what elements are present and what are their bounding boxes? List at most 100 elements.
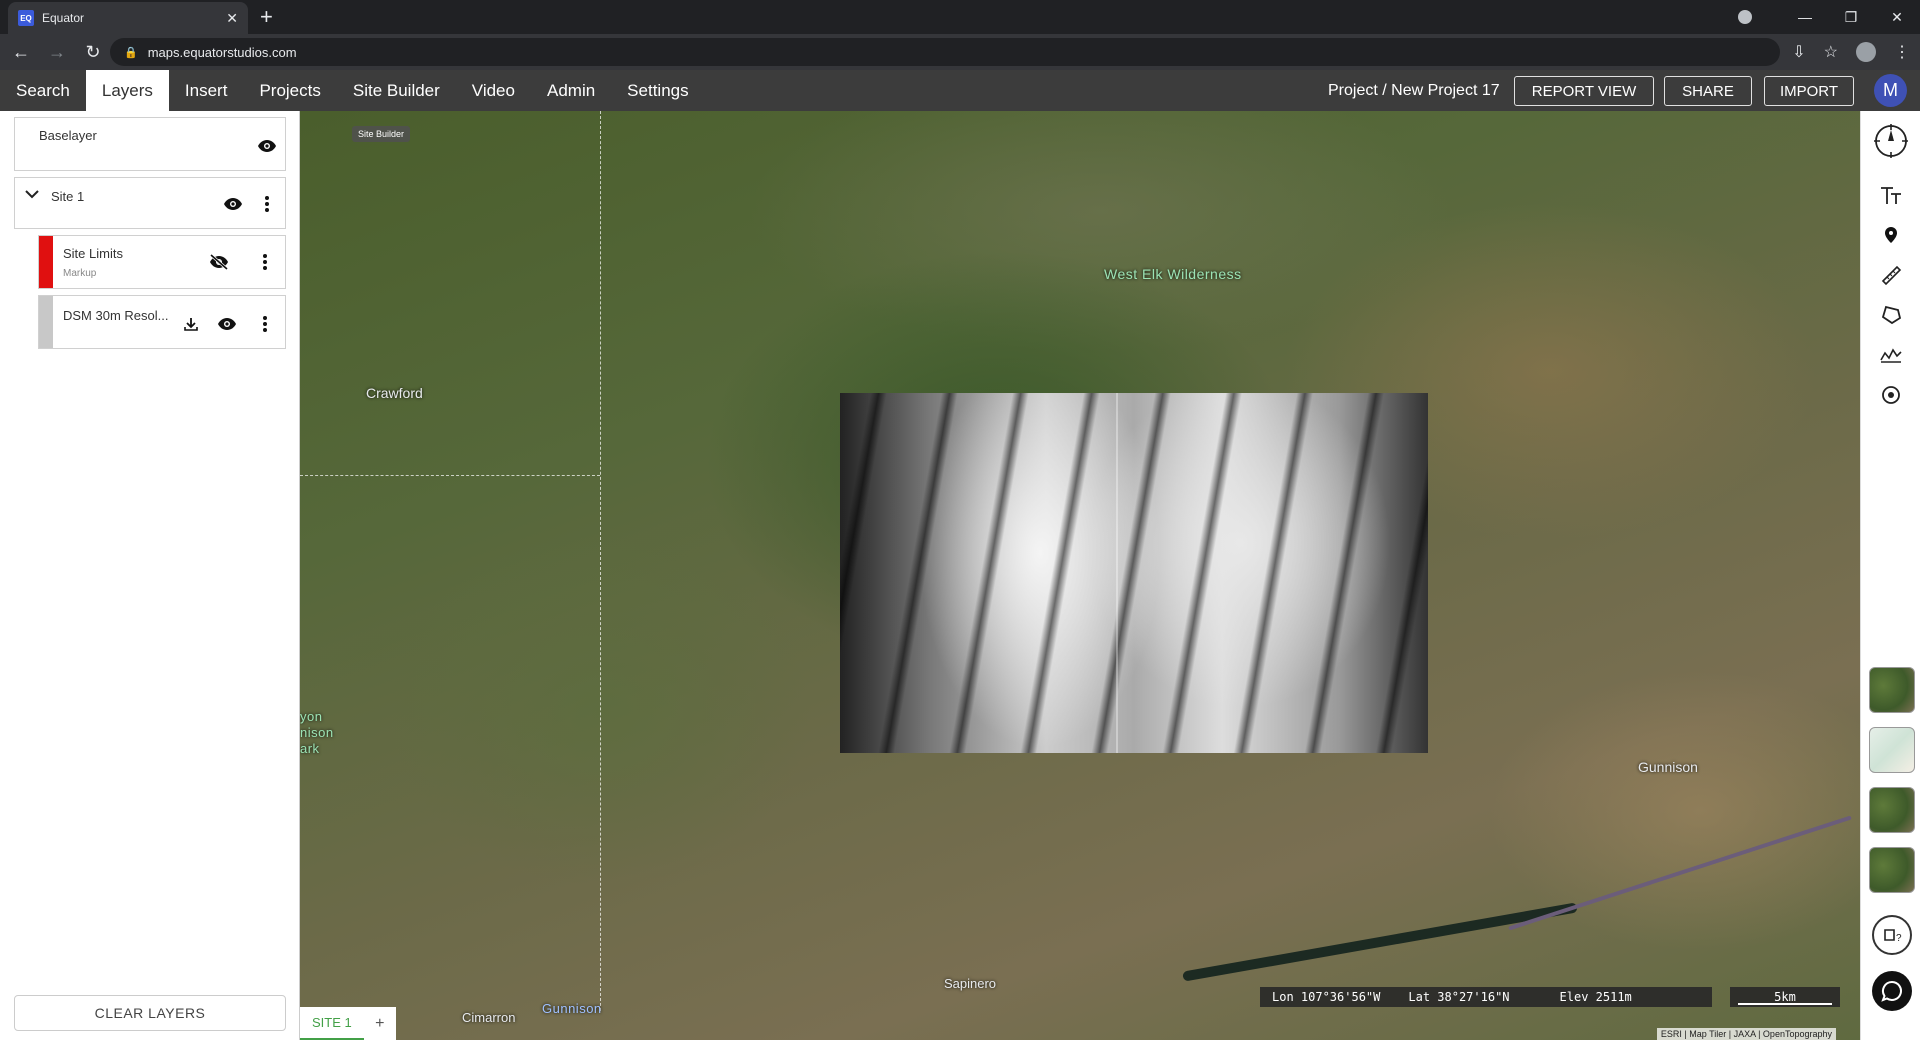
clear-layers-button[interactable]: CLEAR LAYERS [14,995,286,1031]
new-tab-icon[interactable]: + [260,6,273,28]
site-title: Site 1 [51,189,85,204]
place-label: ark [300,741,320,756]
map-canvas[interactable]: Site Builder West Elk Wilderness Crawfor… [300,111,1860,1040]
map-attribution[interactable]: ESRI | Map Tiler | JAXA | OpenTopography [1656,1028,1836,1040]
browser-toolbar: ← → ↻ 🔒 maps.equatorstudios.com ⇩ ☆ ⋮ [0,34,1920,70]
dsm-title: DSM 30m Resol... [63,308,169,323]
map-tools-panel: N ? [1860,111,1920,1040]
import-button[interactable]: IMPORT [1764,76,1854,106]
site-boundary-line [300,475,600,476]
site-limits-subtitle: Markup [63,268,97,279]
more-vert-icon[interactable] [253,250,277,274]
river-shape [1508,815,1852,931]
window-controls: — ❐ ✕ [1738,0,1920,34]
place-label: Gunnison [1638,759,1698,775]
basemap-street-thumb[interactable] [1869,727,1915,773]
svg-text:N: N [1889,137,1893,143]
project-breadcrumb[interactable]: Project / New Project 17 [1328,70,1500,111]
report-view-button[interactable]: REPORT VIEW [1514,76,1654,106]
basemap-satellite-thumb[interactable] [1869,667,1915,713]
download-icon[interactable] [179,312,203,336]
polygon-icon[interactable] [1875,299,1907,331]
longitude-readout: Lon 107°36'56"W [1272,990,1381,1004]
latitude-readout: Lat 38°27'16"N [1408,990,1510,1004]
place-label: Cimarron [462,1010,516,1025]
basemap-terrain-thumb[interactable] [1869,847,1915,893]
toolbar-right: ⇩ ☆ ⋮ [1792,34,1910,70]
back-icon[interactable]: ← [6,42,36,63]
coordinate-readout: Lon 107°36'56"W Lat 38°27'16"N Elev 2511… [1260,987,1712,1007]
site-boundary-line [600,111,601,1011]
eye-icon[interactable] [255,134,279,158]
more-vert-icon[interactable] [253,312,277,336]
add-site-tab-button[interactable]: + [364,1007,396,1040]
nav-projects[interactable]: Projects [243,70,336,111]
place-label: West Elk Wilderness [1104,266,1242,282]
reservoir-shape [1182,902,1578,982]
close-tab-icon[interactable]: ✕ [226,10,238,27]
layer-color-swatch [39,236,53,288]
profile-icon[interactable] [1875,339,1907,371]
lock-icon: 🔒 [124,46,138,59]
text-icon[interactable] [1875,179,1907,211]
app-navbar: Search Layers Insert Projects Site Build… [0,70,1920,111]
pin-icon[interactable] [1875,219,1907,251]
nav-site-builder[interactable]: Site Builder [337,70,456,111]
share-button[interactable]: SHARE [1664,76,1752,106]
more-vert-icon[interactable] [255,192,279,216]
baselayer-card[interactable]: Baselayer [14,117,286,171]
nav-insert[interactable]: Insert [169,70,244,111]
restore-icon[interactable]: ❐ [1828,9,1874,26]
forward-icon[interactable]: → [42,42,72,63]
install-app-icon[interactable]: ⇩ [1792,42,1805,62]
nav-admin[interactable]: Admin [531,70,611,111]
site-limits-card[interactable]: Site Limits Markup [38,235,286,289]
svg-text:?: ? [1896,933,1902,944]
chat-icon[interactable] [1872,971,1912,1011]
ruler-icon[interactable] [1875,259,1907,291]
help-icon[interactable]: ? [1872,915,1912,955]
layer-color-swatch [39,296,53,348]
place-label: yon [300,709,323,724]
extension-icon[interactable] [1856,42,1876,62]
bookmark-star-icon[interactable]: ☆ [1824,42,1838,62]
browser-tabstrip: EQ Equator ✕ + — ❐ ✕ [0,0,1920,34]
minimize-icon[interactable]: — [1782,9,1828,25]
scale-line [1738,1003,1832,1005]
place-label: Crawford [366,385,423,401]
site-tab-bar: SITE 1 + [300,1007,396,1040]
avatar[interactable]: M [1874,74,1907,107]
close-window-icon[interactable]: ✕ [1874,9,1920,26]
place-label: nison [300,725,334,740]
site-1-card[interactable]: Site 1 [14,177,286,229]
site-limits-title: Site Limits [63,246,123,261]
eye-icon[interactable] [221,192,245,216]
nav-video[interactable]: Video [456,70,531,111]
eye-icon[interactable] [215,312,239,336]
favicon-icon: EQ [18,10,34,26]
compass-icon[interactable]: N [1871,121,1911,161]
scale-label: 5km [1774,990,1796,1004]
tab-search-icon[interactable] [1738,10,1752,24]
nav-settings[interactable]: Settings [611,70,704,111]
place-label: Gunnison [542,1001,602,1016]
chevron-down-icon[interactable] [25,186,39,202]
nav-search[interactable]: Search [0,70,86,111]
address-bar[interactable]: 🔒 maps.equatorstudios.com [110,38,1780,66]
tab-title: Equator [42,11,85,25]
target-icon[interactable] [1875,379,1907,411]
basemap-hybrid-thumb[interactable] [1869,787,1915,833]
baselayer-title: Baselayer [39,128,97,143]
layers-panel: Baselayer Site 1 Site Limits Markup DSM … [0,111,300,1040]
dsm-tile-seam [1116,393,1118,753]
scale-bar: 5km [1730,987,1840,1007]
reload-icon[interactable]: ↻ [78,42,108,63]
nav-layers[interactable]: Layers [85,70,169,111]
url-text: maps.equatorstudios.com [147,44,297,60]
eye-off-icon[interactable] [207,250,231,274]
tab-site-1[interactable]: SITE 1 [300,1007,364,1040]
dsm-layer-card[interactable]: DSM 30m Resol... [38,295,286,349]
browser-tab[interactable]: EQ Equator ✕ [8,2,248,34]
browser-menu-icon[interactable]: ⋮ [1894,42,1910,62]
site-builder-chip[interactable]: Site Builder [352,126,411,142]
